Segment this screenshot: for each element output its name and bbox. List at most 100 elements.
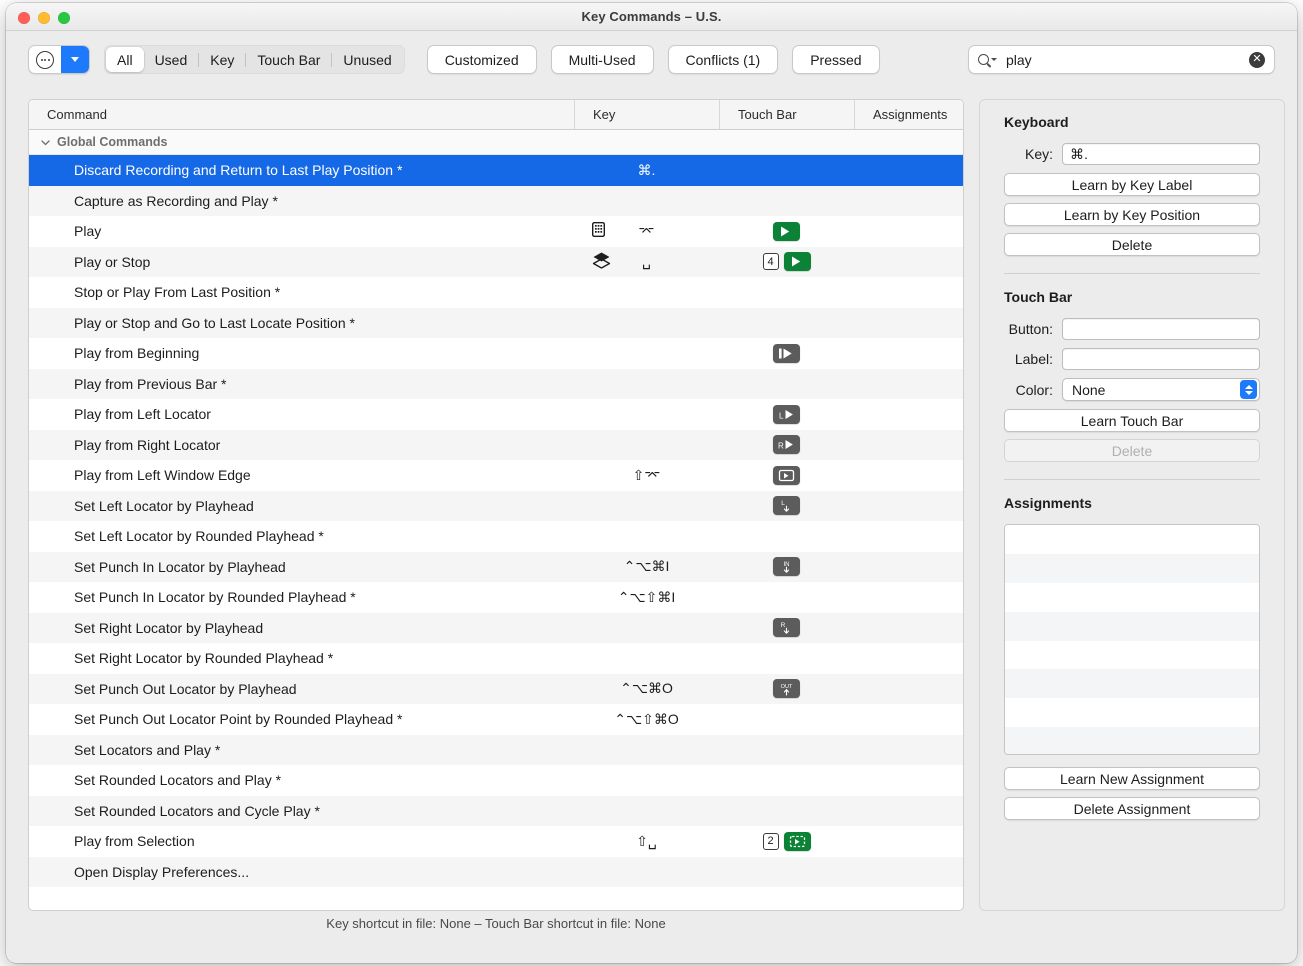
- key-shortcut-label: ␣: [642, 253, 651, 270]
- touch-bar-cell: OUT: [719, 679, 854, 698]
- key-commands-window: Key Commands – U.S. All Used Key Touch B…: [6, 3, 1297, 963]
- key-cell: ⌃⌥⇧⌘I: [574, 589, 719, 606]
- multi-used-button[interactable]: Multi-Used: [551, 45, 654, 74]
- L-down-touch-bar-icon[interactable]: L: [773, 496, 800, 515]
- learn-by-key-position-button[interactable]: Learn by Key Position: [1004, 203, 1260, 226]
- table-row[interactable]: Play or Stop and Go to Last Locate Posit…: [29, 308, 963, 339]
- play-touch-bar-icon[interactable]: [773, 222, 800, 241]
- command-cell: Discard Recording and Return to Last Pla…: [29, 162, 574, 178]
- window-play-touch-bar-icon[interactable]: [773, 466, 800, 485]
- assignments-list[interactable]: [1004, 524, 1260, 755]
- assignment-row[interactable]: [1005, 612, 1259, 641]
- command-cell: Play from Left Locator: [29, 406, 574, 422]
- inspector-panel: Keyboard Key: ⌘. Learn by Key Label Lear…: [979, 99, 1285, 911]
- assignment-row[interactable]: [1005, 583, 1259, 612]
- touchbar-button-label: Button:: [1004, 321, 1062, 337]
- touchbar-button-input[interactable]: [1062, 318, 1260, 340]
- segment-all[interactable]: All: [106, 47, 144, 72]
- segment-used[interactable]: Used: [144, 47, 199, 72]
- column-header-assignments[interactable]: Assignments: [854, 100, 963, 129]
- segment-key[interactable]: Key: [199, 47, 245, 72]
- table-row[interactable]: Play from Left Window Edge⇧⌤: [29, 460, 963, 491]
- table-row[interactable]: Play from Beginning: [29, 338, 963, 369]
- learn-touch-bar-button[interactable]: Learn Touch Bar: [1004, 409, 1260, 432]
- key-shortcut-label: ⇧⌤: [633, 467, 661, 484]
- content-area: Command Key Touch Bar Assignments Global…: [6, 88, 1297, 963]
- delete-assignment-button[interactable]: Delete Assignment: [1004, 797, 1260, 820]
- touchbar-color-select[interactable]: None: [1062, 378, 1260, 401]
- command-cell: Play: [29, 223, 574, 239]
- keyboard-delete-button[interactable]: Delete: [1004, 233, 1260, 256]
- segment-key-label: Key: [210, 52, 234, 68]
- table-row[interactable]: Set Right Locator by PlayheadR: [29, 613, 963, 644]
- clear-search-icon[interactable]: ✕: [1249, 52, 1265, 68]
- bar-play-touch-bar-icon[interactable]: [773, 344, 800, 363]
- table-row[interactable]: Set Left Locator by PlayheadL: [29, 491, 963, 522]
- disclosure-triangle-icon[interactable]: [41, 138, 50, 147]
- assignment-row[interactable]: [1005, 554, 1259, 583]
- column-header-touch-bar[interactable]: Touch Bar: [719, 100, 854, 129]
- assignment-row[interactable]: [1005, 525, 1259, 554]
- action-menu-button[interactable]: [29, 46, 61, 73]
- table-row[interactable]: Play from Right LocatorR: [29, 430, 963, 461]
- OUT-up-touch-bar-icon[interactable]: OUT: [773, 679, 800, 698]
- search-input[interactable]: play: [1006, 52, 1249, 68]
- preset-dropdown-button[interactable]: [61, 46, 89, 73]
- column-header-command[interactable]: Command: [29, 100, 574, 129]
- table-row[interactable]: Set Punch Out Locator Point by Rounded P…: [29, 704, 963, 735]
- command-cell: Play or Stop and Go to Last Locate Posit…: [29, 315, 574, 331]
- assignment-row[interactable]: [1005, 698, 1259, 727]
- command-cell: Set Punch In Locator by Rounded Playhead…: [29, 589, 574, 605]
- numeric-keypad-icon: [592, 222, 605, 240]
- table-row[interactable]: Play⌤: [29, 216, 963, 247]
- customized-button[interactable]: Customized: [427, 45, 537, 74]
- assignment-row[interactable]: [1005, 669, 1259, 698]
- table-row[interactable]: Capture as Recording and Play *: [29, 186, 963, 217]
- table-row[interactable]: Open Display Preferences...: [29, 857, 963, 888]
- learn-by-key-label-button[interactable]: Learn by Key Label: [1004, 173, 1260, 196]
- touch-bar-cell: L: [719, 496, 854, 515]
- command-cell: Play or Stop: [29, 254, 574, 270]
- table-row[interactable]: Set Locators and Play *: [29, 735, 963, 766]
- key-field-input[interactable]: ⌘.: [1062, 143, 1260, 165]
- table-row[interactable]: Play from Selection⇧␣2: [29, 826, 963, 857]
- table-row[interactable]: Set Rounded Locators and Play *: [29, 765, 963, 796]
- table-row[interactable]: Set Rounded Locators and Cycle Play *: [29, 796, 963, 827]
- table-row[interactable]: Set Punch Out Locator by Playhead⌃⌥⌘OOUT: [29, 674, 963, 705]
- chevron-down-icon[interactable]: [991, 58, 997, 61]
- touchbar-color-value: None: [1072, 382, 1105, 398]
- segment-touch-bar-label: Touch Bar: [257, 52, 320, 68]
- table-row[interactable]: Set Left Locator by Rounded Playhead *: [29, 521, 963, 552]
- table-row[interactable]: Play from Left Locator L: [29, 399, 963, 430]
- segment-touch-bar[interactable]: Touch Bar: [246, 47, 331, 72]
- IN-down-touch-bar-icon[interactable]: IN: [773, 557, 800, 576]
- assignment-row[interactable]: [1005, 641, 1259, 670]
- segment-unused[interactable]: Unused: [332, 47, 402, 72]
- pressed-button[interactable]: Pressed: [792, 45, 879, 74]
- R-down-touch-bar-icon[interactable]: R: [773, 618, 800, 637]
- selection-play-touch-bar-icon[interactable]: [784, 832, 811, 851]
- table-row[interactable]: Set Right Locator by Rounded Playhead *: [29, 643, 963, 674]
- column-header-key[interactable]: Key: [574, 100, 719, 129]
- table-row[interactable]: Play or Stop ␣ 4: [29, 247, 963, 278]
- L-play-touch-bar-icon[interactable]: L: [773, 405, 800, 424]
- touchbar-label-input[interactable]: [1062, 348, 1260, 370]
- table-row[interactable]: Play from Previous Bar *: [29, 369, 963, 400]
- R-play-touch-bar-icon[interactable]: R: [773, 435, 800, 454]
- search-field[interactable]: play ✕: [968, 45, 1275, 74]
- table-row[interactable]: Set Punch In Locator by Rounded Playhead…: [29, 582, 963, 613]
- assignment-row[interactable]: [1005, 727, 1259, 755]
- assignment-count-badge: 4: [763, 253, 779, 270]
- command-cell: Set Rounded Locators and Play *: [29, 772, 574, 788]
- table-row[interactable]: Discard Recording and Return to Last Pla…: [29, 155, 963, 186]
- conflicts-button[interactable]: Conflicts (1): [668, 45, 779, 74]
- learn-new-assignment-button[interactable]: Learn New Assignment: [1004, 767, 1260, 790]
- command-cell: Set Punch Out Locator Point by Rounded P…: [29, 711, 574, 727]
- table-row[interactable]: Stop or Play From Last Position *: [29, 277, 963, 308]
- title-bar: Key Commands – U.S.: [6, 3, 1297, 31]
- group-row-global-commands[interactable]: Global Commands: [29, 130, 963, 155]
- play-touch-bar-icon[interactable]: [784, 252, 811, 271]
- svg-text:OUT: OUT: [781, 684, 793, 690]
- filter-segmented-control[interactable]: All Used Key Touch Bar Unused: [104, 45, 405, 74]
- table-row[interactable]: Set Punch In Locator by Playhead⌃⌥⌘IIN: [29, 552, 963, 583]
